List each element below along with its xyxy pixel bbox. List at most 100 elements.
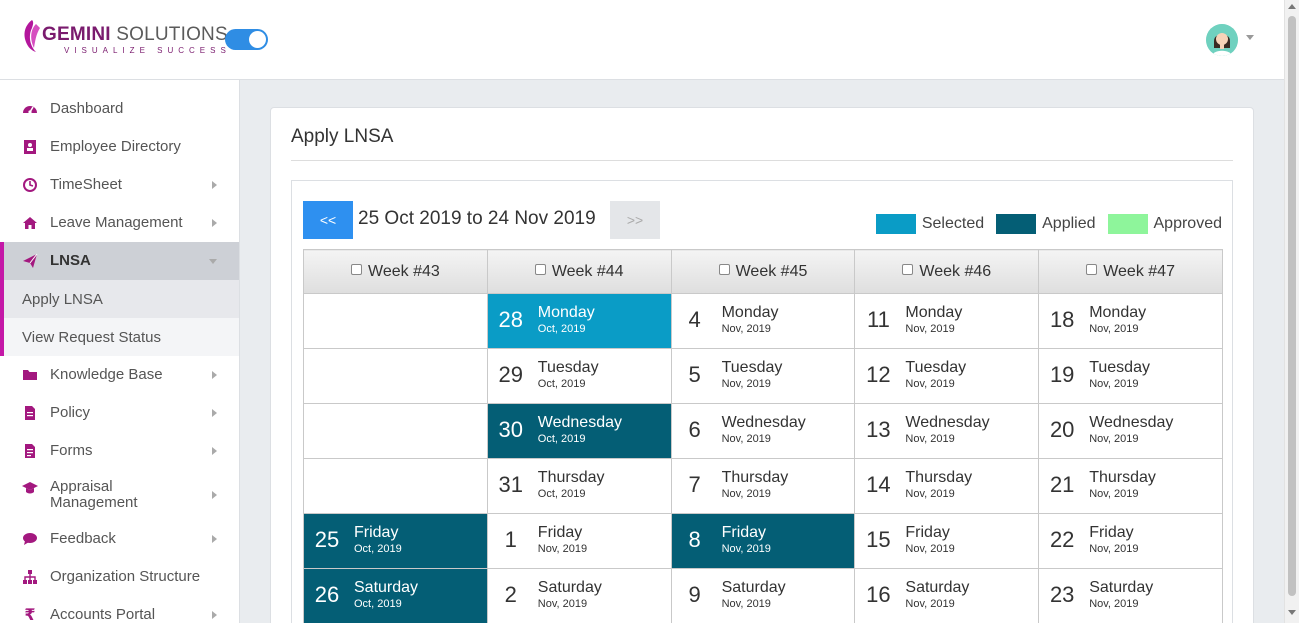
day-cell[interactable]: 23 Saturday Nov, 2019 [1038, 568, 1223, 623]
sidebar-item-dashboard[interactable]: Dashboard [0, 90, 239, 128]
month-year-label: Nov, 2019 [1089, 378, 1139, 390]
previous-range-button[interactable]: << [303, 201, 353, 239]
week-header-1[interactable]: Week #44 [486, 249, 672, 294]
weekday-label: Wednesday [537, 414, 622, 431]
week-header-3[interactable]: Week #46 [854, 249, 1040, 294]
day-cell[interactable]: 11 Monday Nov, 2019 [854, 293, 1040, 349]
day-cell[interactable]: 5 Tuesday Nov, 2019 [670, 348, 856, 404]
month-year-label: Oct, 2019 [537, 323, 586, 335]
weekday-label: Tuesday [537, 359, 599, 376]
week-header-2[interactable]: Week #45 [670, 249, 856, 294]
day-cell[interactable]: 25 Friday Oct, 2019 [303, 513, 488, 569]
graduation-cap-icon [22, 480, 38, 496]
chevron-right-icon [212, 611, 217, 619]
day-cell[interactable]: 9 Saturday Nov, 2019 [670, 568, 856, 623]
page-scrollbar[interactable] [1284, 0, 1299, 623]
day-cell[interactable]: 12 Tuesday Nov, 2019 [854, 348, 1040, 404]
day-number: 14 [866, 472, 891, 497]
month-year-label: Nov, 2019 [721, 598, 771, 610]
sidebar-toggle-switch[interactable] [225, 29, 268, 50]
week-select-checkbox[interactable] [718, 263, 730, 275]
week-label: Week #45 [735, 262, 808, 280]
day-cell[interactable]: 22 Friday Nov, 2019 [1038, 513, 1223, 569]
day-row: 28 Monday Oct, 2019 4 Monday Nov, 2019 11 Monda… [303, 293, 1223, 349]
day-cell[interactable]: 21 Thursday Nov, 2019 [1038, 458, 1223, 514]
sidebar-item-forms[interactable]: Forms [0, 432, 239, 470]
sidebar-item-policy[interactable]: Policy [0, 394, 239, 432]
day-number: 9 [688, 582, 701, 607]
sidebar-item-lnsa[interactable]: LNSA [0, 242, 239, 280]
sidebar-subitem-view-request-status[interactable]: View Request Status [0, 318, 239, 356]
user-avatar[interactable] [1206, 24, 1238, 56]
weekday-label: Saturday [1089, 579, 1154, 596]
day-cell[interactable]: 31 Thursday Oct, 2019 [486, 458, 672, 514]
day-cell[interactable]: 13 Wednesday Nov, 2019 [854, 403, 1040, 459]
comments-icon [22, 531, 38, 547]
day-cell[interactable]: 19 Tuesday Nov, 2019 [1038, 348, 1223, 404]
month-year-label: Nov, 2019 [537, 543, 588, 555]
day-cell[interactable]: 30 Wednesday Oct, 2019 [486, 403, 672, 459]
chevron-right-icon [212, 409, 217, 417]
sidebar-item-employee-directory[interactable]: Employee Directory [0, 128, 239, 166]
sidebar-item-timesheet[interactable]: TimeSheet [0, 166, 239, 204]
week-select-checkbox[interactable] [902, 263, 914, 275]
next-range-button[interactable]: >> [610, 201, 660, 239]
day-number: 30 [498, 417, 524, 442]
week-header-4[interactable]: Week #47 [1038, 249, 1223, 294]
sidebar-subitem-apply-lnsa[interactable]: Apply LNSA [0, 280, 239, 318]
week-label: Week #43 [368, 262, 440, 280]
sidebar: Dashboard Employee Directory TimeSheet L… [0, 80, 240, 623]
title-divider [291, 160, 1233, 161]
day-cell[interactable]: 15 Friday Nov, 2019 [854, 513, 1040, 569]
brand-rest: SOLUTIONS [110, 24, 228, 45]
day-cell[interactable]: 8 Friday Nov, 2019 [670, 513, 856, 569]
sidebar-item-appraisal-management[interactable]: Appraisal Management [0, 470, 239, 520]
empty-day-cell [303, 403, 488, 459]
chevron-down-icon [209, 259, 217, 264]
user-menu-caret-icon[interactable] [1246, 35, 1254, 40]
page-title: Apply LNSA [291, 126, 394, 147]
sidebar-item-knowledge-base[interactable]: Knowledge Base [0, 356, 239, 394]
company-logo[interactable]: GEMINI SOLUTIONS VISUALIZE SUCCESS [20, 18, 228, 58]
day-cell[interactable]: 29 Tuesday Oct, 2019 [486, 348, 672, 404]
day-row: 30 Wednesday Oct, 2019 6 Wednesday Nov, 2019 1… [303, 403, 1223, 459]
scroll-down-icon[interactable] [1288, 610, 1296, 615]
month-year-label: Nov, 2019 [1089, 323, 1139, 335]
day-cell[interactable]: 1 Friday Nov, 2019 [486, 513, 672, 569]
user-avatar-icon [1206, 24, 1238, 56]
day-cell[interactable]: 16 Saturday Nov, 2019 [854, 568, 1040, 623]
sidebar-item-label: Accounts Portal [50, 606, 156, 623]
day-cell[interactable]: 20 Wednesday Nov, 2019 [1038, 403, 1223, 459]
home-icon [22, 215, 38, 231]
sidebar-item-label: Organization Structure [50, 568, 201, 585]
sidebar-item-label: Knowledge Base [50, 366, 163, 383]
day-number: 29 [498, 362, 524, 387]
month-year-label: Nov, 2019 [1089, 488, 1139, 500]
day-number: 19 [1049, 362, 1075, 387]
day-cell[interactable]: 4 Monday Nov, 2019 [670, 293, 856, 349]
legend-selected-swatch [875, 214, 916, 234]
weekday-label: Friday [354, 524, 399, 541]
day-cell[interactable]: 26 Saturday Oct, 2019 [303, 568, 488, 623]
scroll-thumb[interactable] [1288, 16, 1296, 596]
week-select-checkbox[interactable] [1086, 263, 1098, 275]
day-cell[interactable]: 2 Saturday Nov, 2019 [486, 568, 672, 623]
day-cell[interactable]: 7 Thursday Nov, 2019 [670, 458, 856, 514]
sidebar-item-label: LNSA [50, 252, 91, 269]
week-select-checkbox[interactable] [351, 263, 363, 275]
week-header-0[interactable]: Week #43 [303, 249, 488, 294]
empty-day-cell [303, 293, 488, 349]
scroll-up-icon[interactable] [1288, 4, 1296, 9]
day-cell[interactable]: 6 Wednesday Nov, 2019 [670, 403, 856, 459]
sidebar-item-leave-management[interactable]: Leave Management [0, 204, 239, 242]
day-cell[interactable]: 14 Thursday Nov, 2019 [854, 458, 1040, 514]
sidebar-item-accounts-portal[interactable]: ₹ Accounts Portal [0, 596, 239, 623]
day-number: 12 [866, 362, 891, 387]
sidebar-item-feedback[interactable]: Feedback [0, 520, 239, 558]
week-select-checkbox[interactable] [534, 263, 546, 275]
weekday-label: Tuesday [1089, 359, 1150, 376]
month-year-label: Nov, 2019 [1089, 543, 1139, 555]
day-cell[interactable]: 28 Monday Oct, 2019 [486, 293, 672, 349]
sidebar-item-organization-structure[interactable]: Organization Structure [0, 558, 239, 596]
day-cell[interactable]: 18 Monday Nov, 2019 [1038, 293, 1223, 349]
